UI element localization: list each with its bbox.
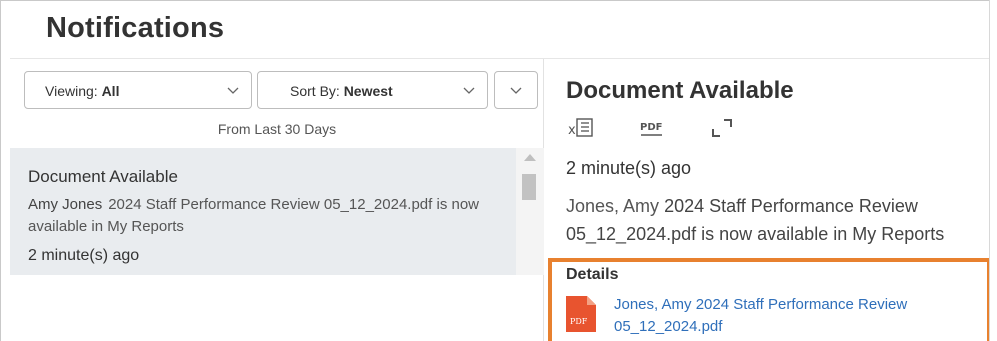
file-link-person: Jones, Amy	[614, 296, 692, 313]
viewing-filter-dropdown[interactable]: Viewing: All	[24, 71, 252, 109]
pdf-export-icon[interactable]: PDF	[638, 116, 666, 140]
date-range-note: From Last 30 Days	[217, 121, 337, 137]
notification-list-pane: Viewing: All Sort By: Newest From Last 3…	[10, 59, 544, 341]
excel-export-icon[interactable]: x	[568, 116, 596, 140]
chevron-down-icon	[227, 87, 239, 94]
notification-time: 2 minute(s) ago	[28, 247, 140, 264]
scrollbar-thumb[interactable]	[522, 174, 536, 200]
detail-message: Jones, Amy 2024 Staff Performance Review…	[566, 192, 986, 248]
svg-text:x: x	[568, 123, 576, 138]
detail-title: Document Available	[566, 77, 794, 104]
sort-by-dropdown[interactable]: Sort By: Newest	[257, 71, 488, 109]
notification-list-item[interactable]: Document Available Amy Jones 2024 Staff P…	[10, 148, 516, 275]
chevron-down-icon	[510, 87, 522, 94]
viewing-filter-label: Viewing: All	[45, 83, 120, 99]
page-title: Notifications	[46, 12, 225, 44]
pdf-file-icon: PDF	[566, 296, 596, 332]
svg-text:PDF: PDF	[640, 122, 662, 133]
sort-by-label: Sort By: Newest	[290, 83, 393, 99]
report-file-link[interactable]: Jones, Amy 2024 Staff Performance Review…	[614, 294, 934, 338]
details-heading: Details	[566, 266, 619, 283]
svg-text:PDF: PDF	[570, 317, 588, 326]
notification-person: Amy Jones	[28, 196, 103, 213]
notification-title: Document Available	[28, 167, 178, 186]
detail-person: Jones, Amy	[566, 196, 660, 216]
scroll-up-arrow-icon[interactable]	[524, 154, 536, 161]
notification-message: Amy Jones 2024 Staff Performance Review 0…	[28, 194, 498, 238]
window-right-edge	[989, 0, 997, 341]
detail-time: 2 minute(s) ago	[566, 158, 692, 178]
more-options-dropdown[interactable]	[494, 71, 538, 109]
chevron-down-icon	[463, 87, 475, 94]
list-scrollbar[interactable]	[516, 148, 544, 275]
expand-icon[interactable]	[709, 116, 735, 140]
